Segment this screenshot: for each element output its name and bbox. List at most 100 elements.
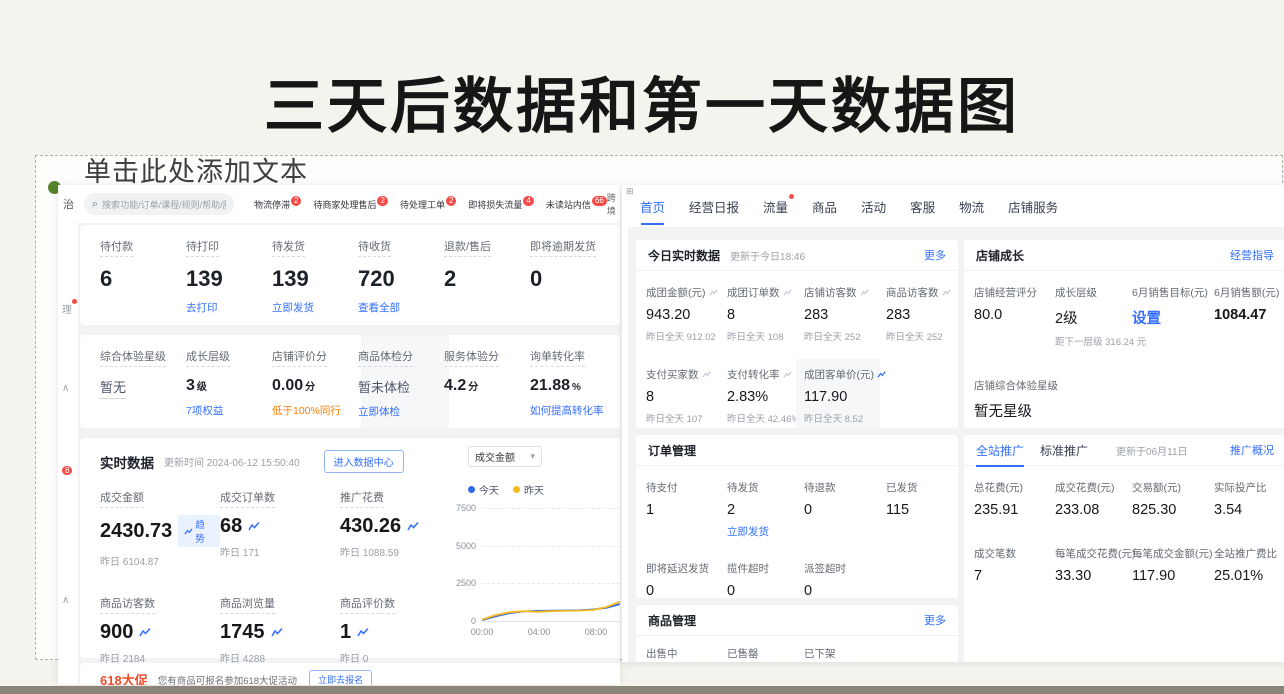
- metric-value: 0: [804, 583, 812, 598]
- metric-action-link[interactable]: 7项权益: [186, 403, 223, 418]
- metric-action-link[interactable]: 立即发货: [727, 524, 769, 539]
- rail-glyph: ∧: [62, 595, 69, 606]
- metric-value-row: 3级: [186, 377, 207, 395]
- more-link[interactable]: 更多: [924, 612, 946, 628]
- nav-tab-label: 商品: [812, 201, 837, 215]
- notification-dot: [72, 299, 77, 304]
- metric-action-link[interactable]: 如何提高转化率: [530, 403, 604, 418]
- growth-row1: 店铺经营评分 80.0 成长层级 2级 距下一层级 316.24 元 6月销售目…: [964, 285, 1284, 348]
- metric-unit: %: [572, 382, 581, 393]
- metric-label: 成长层级: [1055, 285, 1097, 300]
- chart-line-icon[interactable]: [877, 370, 886, 379]
- todo-metric: 待发货 139 立即发货: [272, 238, 358, 325]
- promotion-overview-link[interactable]: 推广概况: [1230, 442, 1274, 458]
- search-input[interactable]: ⌕ 搜索功能/订单/课程/规则/帮助/服务: [84, 193, 234, 215]
- metric: 支付转化率 2.83% 昨日全天 42.46%: [727, 367, 804, 425]
- shop-metric: 综合体验星级 暂无: [100, 348, 186, 419]
- shop-metric: 询单转化率 21.88% 如何提高转化率: [530, 348, 616, 419]
- chart-line-icon[interactable]: [407, 521, 419, 532]
- legend-item[interactable]: 昨天: [513, 482, 544, 497]
- todo-metric: 待打印 139 去打印: [186, 238, 272, 325]
- topbar-alert-item[interactable]: 即将损失流量4: [468, 198, 533, 211]
- trend-badge[interactable]: 趋势: [178, 515, 220, 547]
- data-center-button[interactable]: 进入数据中心: [324, 450, 404, 473]
- alert-badge: 4: [523, 196, 533, 206]
- metric-label: 待打印: [186, 238, 219, 257]
- nav-tab[interactable]: 经营日报: [689, 197, 739, 216]
- rail-item[interactable]: ∧: [62, 383, 69, 394]
- chart-line-icon[interactable]: [248, 521, 260, 532]
- metric-value: 0: [804, 502, 812, 518]
- bottom-edge-strip: [0, 686, 1284, 694]
- metric-action-link[interactable]: 低于100%同行: [272, 403, 341, 418]
- legend-item[interactable]: 今天: [468, 482, 499, 497]
- nav-tab-label: 店铺服务: [1008, 201, 1058, 215]
- chart-line-icon[interactable]: [709, 288, 718, 297]
- metric-label: 服务体验分: [444, 348, 499, 367]
- metric: 成交笔数 7: [974, 546, 1055, 584]
- card-header: 今日实时数据 更新于今日18:46 更多: [636, 240, 958, 271]
- metric-value-row: 1745: [220, 621, 283, 644]
- rail-item[interactable]: 8: [62, 465, 72, 476]
- metric-unit: 分: [305, 378, 315, 393]
- chart-line-icon[interactable]: [783, 370, 792, 379]
- alert-label: 待商家处理售后: [313, 200, 376, 210]
- guide-link[interactable]: 经营指导: [1230, 247, 1274, 263]
- metric: 出售中: [646, 646, 727, 661]
- card-title: 订单管理: [648, 442, 696, 459]
- chart-line-icon[interactable]: [139, 627, 151, 638]
- topbar-alert-item[interactable]: 待商家处理售后2: [313, 198, 387, 211]
- nav-tab[interactable]: 客服: [910, 197, 935, 216]
- rail-item[interactable]: 理: [62, 301, 72, 316]
- metric-action-link[interactable]: 立即发货: [272, 300, 314, 315]
- placeholder-text: 单击此处添加文本: [84, 157, 308, 188]
- metric: 成团订单数 8 昨日全天 108: [727, 285, 804, 343]
- metric-action-link[interactable]: 去打印: [186, 300, 218, 315]
- metric-yesterday: 昨日全天 42.46%: [727, 411, 800, 425]
- y-tick-label: 5000: [448, 541, 476, 551]
- metric-action-link[interactable]: 查看全部: [358, 300, 400, 315]
- nav-tab[interactable]: 首页: [640, 197, 665, 216]
- nav-tab[interactable]: 物流: [959, 197, 984, 216]
- x-tick-label: 00:00: [471, 627, 494, 637]
- nav-tab[interactable]: 活动: [861, 197, 886, 216]
- nav-tab[interactable]: 店铺服务: [1008, 197, 1058, 216]
- realtime-metric: 商品评价数 1 昨日 0: [340, 595, 455, 665]
- more-link[interactable]: 更多: [924, 247, 946, 263]
- topbar-alert-item[interactable]: 未读站内信66: [546, 198, 607, 211]
- metric-yesterday: 昨日全天 108: [727, 329, 784, 343]
- y-tick-label: 0: [448, 616, 476, 626]
- metric-label: 6月销售额(元): [1214, 285, 1279, 300]
- metric-select[interactable]: 成交金额 ▾: [468, 446, 542, 467]
- y-tick-label: 2500: [448, 578, 476, 588]
- metric-action-link[interactable]: 立即体检: [358, 404, 400, 419]
- metric-value: 暂无: [100, 377, 126, 399]
- chart-line-icon[interactable]: [783, 288, 792, 297]
- trend-badge-label: 趋势: [195, 517, 214, 545]
- chart-line-icon[interactable]: [357, 627, 369, 638]
- promotion-tab[interactable]: 标准推广: [1040, 442, 1088, 459]
- metric: 6月销售目标(元) 设置: [1132, 285, 1214, 348]
- shop-metric: 店铺评价分 0.00分 低于100%同行: [272, 348, 358, 419]
- promo-button[interactable]: 立即去报名: [309, 670, 372, 685]
- metric-value: 2级: [1055, 307, 1078, 328]
- nav-tab-label: 首页: [640, 201, 665, 215]
- metric-value-row: 900: [100, 621, 151, 644]
- chart-line-icon[interactable]: [702, 370, 711, 379]
- promotion-tab[interactable]: 全站推广: [976, 442, 1024, 459]
- alert-badge: 66: [592, 196, 607, 206]
- chart-line-icon[interactable]: [860, 288, 869, 297]
- today-row1: 成团金额(元) 943.20 昨日全天 912.02 成团订单数 8 昨日全天 …: [636, 285, 958, 343]
- metric-value: 139: [186, 266, 223, 292]
- topbar-alert-item[interactable]: 物流停滞2: [254, 198, 301, 211]
- chart-line-icon[interactable]: [942, 288, 951, 297]
- promotion-row2: 成交笔数 7 每笔成交花费(元) 33.30 每笔成交金额(元) 117.90 …: [964, 546, 1284, 584]
- rail-item[interactable]: ∧: [62, 595, 69, 606]
- metric-label-text: 商品访客数: [886, 285, 939, 300]
- nav-tab[interactable]: 商品: [812, 197, 837, 216]
- chart-line-icon[interactable]: [271, 627, 283, 638]
- today-row2: 支付买家数 8 昨日全天 107 支付转化率 2.83% 昨日全天 42.46%…: [636, 367, 958, 425]
- metric-value: 1745: [220, 621, 265, 644]
- nav-tab[interactable]: 流量: [763, 197, 788, 216]
- topbar-alert-item[interactable]: 待处理工单2: [400, 198, 456, 211]
